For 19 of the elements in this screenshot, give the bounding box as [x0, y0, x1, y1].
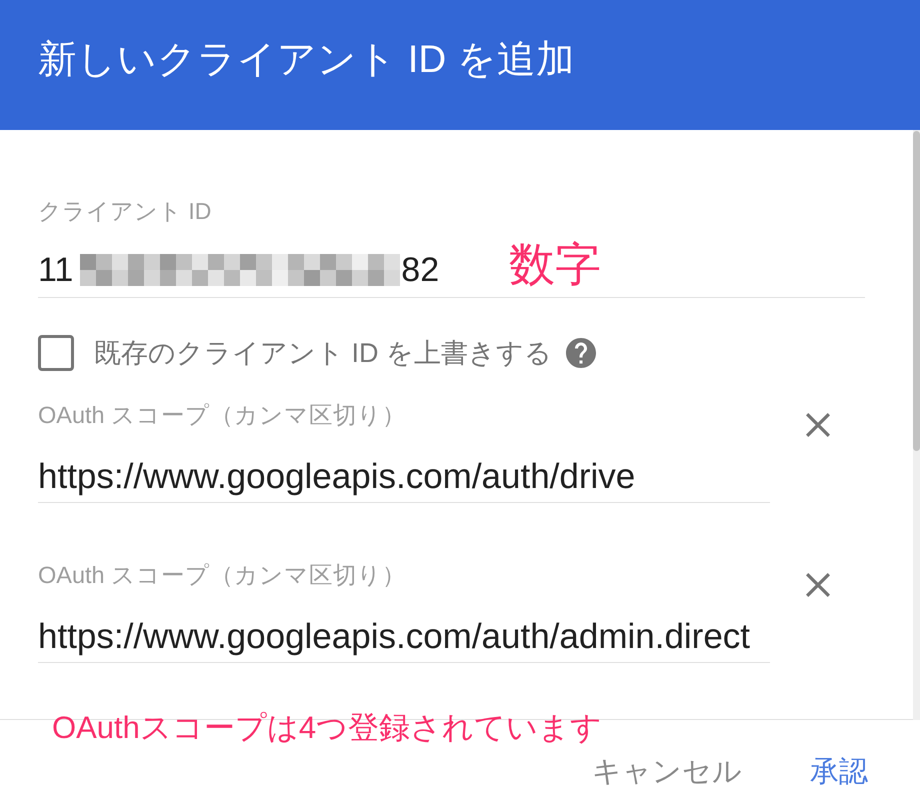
checkbox[interactable]: [38, 335, 74, 371]
scrollbar-thumb[interactable]: [913, 131, 920, 451]
close-icon[interactable]: [805, 572, 831, 598]
approve-button[interactable]: 承認: [796, 748, 882, 796]
client-id-field[interactable]: 11 82 数字: [38, 241, 865, 298]
client-id-suffix: 82: [401, 250, 440, 290]
checkbox-label: 既存のクライアント ID を上書きする: [94, 337, 552, 370]
annotation-text: 数字: [509, 241, 602, 287]
help-icon[interactable]: [566, 338, 596, 368]
close-icon[interactable]: [805, 412, 831, 438]
field-label: OAuth スコープ（カンマ区切り）: [38, 401, 406, 429]
scrollbar[interactable]: [913, 130, 920, 720]
dialog-title: 新しいクライアント ID を追加: [38, 37, 575, 83]
client-id-prefix: 11: [38, 250, 74, 290]
field-label: クライアント ID: [38, 197, 212, 225]
annotation-text: OAuthスコープは4つ登録されています: [52, 709, 602, 747]
field-label: OAuth スコープ（カンマ区切り）: [38, 561, 406, 589]
scope-input[interactable]: https://www.googleapis.com/auth/drive: [38, 457, 770, 503]
scope-input[interactable]: https://www.googleapis.com/auth/admin.direct: [38, 617, 770, 663]
